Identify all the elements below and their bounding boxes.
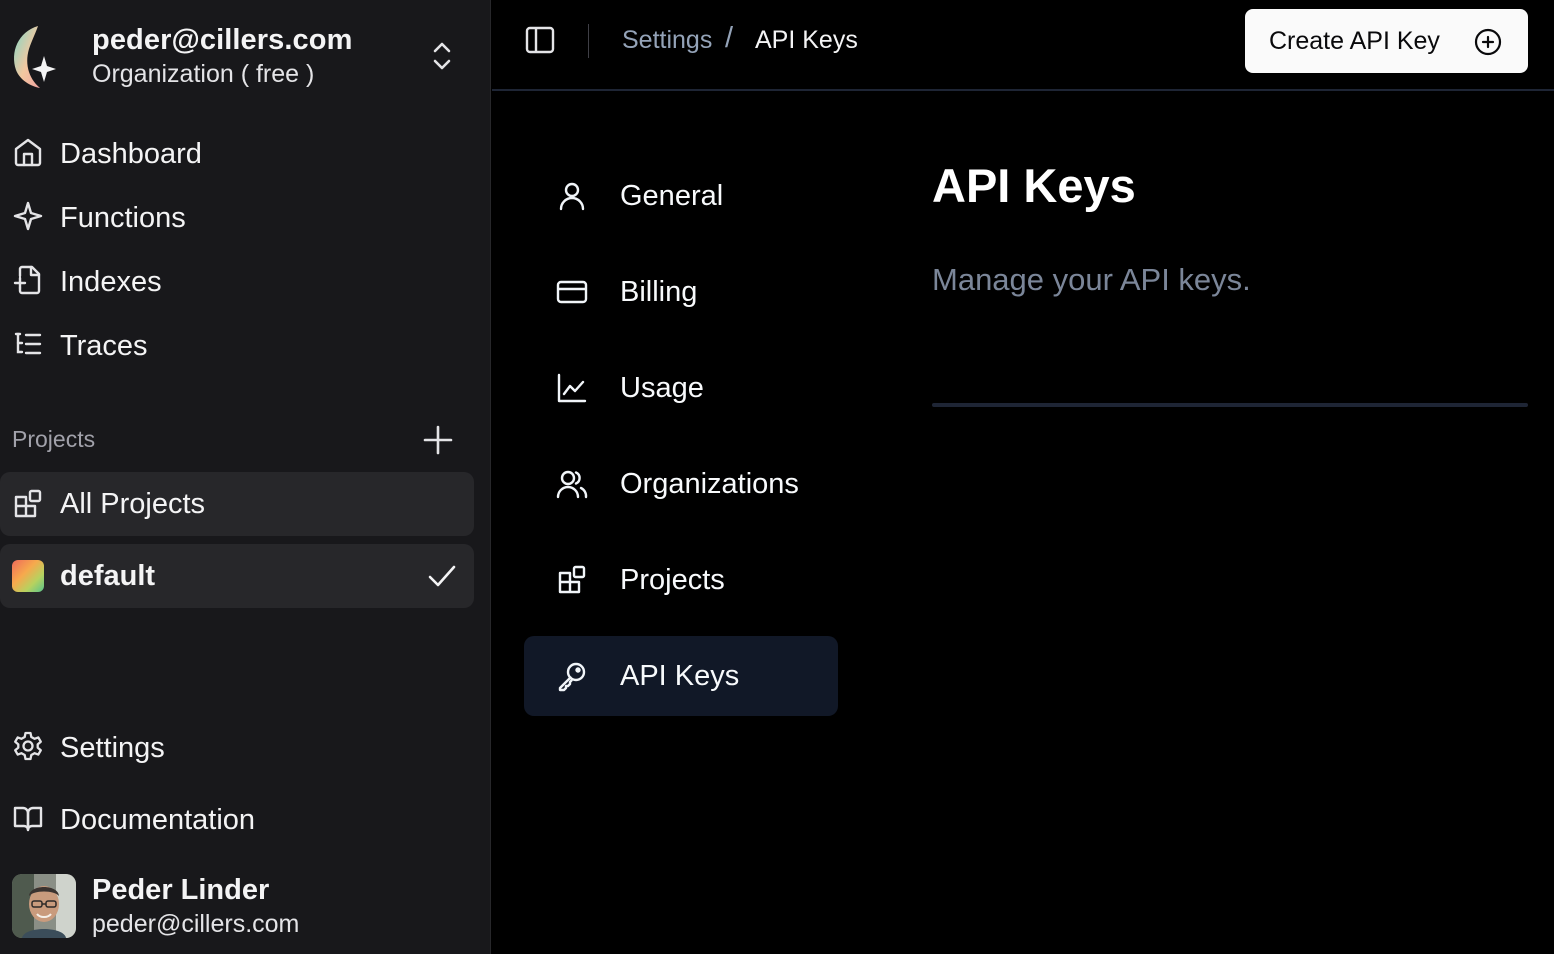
nav-item-label: Indexes (60, 266, 162, 298)
all-projects-label: All Projects (60, 488, 206, 520)
nav-item-documentation[interactable]: Documentation (0, 790, 474, 846)
nav-item-traces[interactable]: Traces (0, 316, 474, 372)
nav-item-label: Settings (60, 732, 165, 764)
settings-nav-projects[interactable]: Projects (524, 540, 838, 620)
settings-nav-billing[interactable]: Billing (524, 252, 838, 332)
project-item-default[interactable]: default (0, 544, 474, 608)
project-label: default (60, 560, 156, 592)
nav-item-indexes[interactable]: Indexes (0, 252, 474, 308)
create-api-key-button[interactable]: Create API Key (1245, 9, 1528, 73)
settings-nav-label: API Keys (620, 660, 740, 692)
app-root: peder@cillers.com Organization ( free ) … (0, 0, 1554, 954)
line-chart-icon (557, 373, 587, 403)
projects-heading: Projects (12, 426, 96, 452)
sparkle-icon (13, 201, 43, 231)
org-switcher[interactable]: peder@cillers.com Organization ( free ) (0, 12, 491, 88)
plus-circle-icon (1474, 28, 1502, 56)
user-icon (559, 182, 585, 211)
user-profile[interactable]: Peder Linder peder@cillers.com (0, 872, 491, 942)
home-icon (14, 138, 42, 167)
settings-nav-organizations[interactable]: Organizations (524, 444, 838, 524)
users-icon (556, 470, 588, 499)
credit-card-icon (556, 280, 588, 304)
nav-item-functions[interactable]: Functions (0, 188, 474, 244)
org-email: peder@cillers.com (92, 24, 353, 56)
content-divider (932, 403, 1528, 407)
nav-item-label: Functions (60, 202, 186, 234)
settings-nav-usage[interactable]: Usage (524, 348, 838, 428)
list-tree-icon (14, 332, 42, 355)
nav-item-dashboard[interactable]: Dashboard (0, 124, 474, 180)
book-open-icon (13, 806, 43, 832)
top-header: Settings / API Keys Create API Key (492, 0, 1554, 91)
header-divider (588, 24, 589, 58)
sidebar-toggle-icon[interactable] (524, 24, 556, 56)
sidebar: peder@cillers.com Organization ( free ) … (0, 0, 491, 954)
key-icon (558, 662, 586, 692)
user-name: Peder Linder (92, 874, 270, 906)
blocks-icon (558, 565, 586, 594)
nav-item-settings[interactable]: Settings (0, 718, 474, 774)
settings-nav-label: Projects (620, 564, 725, 596)
settings-nav-label: Usage (620, 372, 704, 404)
user-email: peder@cillers.com (92, 910, 300, 938)
blocks-icon (14, 489, 42, 518)
all-projects-item[interactable]: All Projects (0, 472, 474, 536)
check-icon (428, 565, 456, 587)
project-color-swatch (12, 560, 44, 592)
settings-nav-api-keys[interactable]: API Keys (524, 636, 838, 716)
breadcrumb-separator: / (725, 22, 734, 54)
file-plus-icon (13, 265, 41, 295)
org-logo-icon (14, 26, 56, 88)
chevrons-up-down-icon (433, 42, 451, 70)
settings-nav-label: Billing (620, 276, 698, 308)
settings-nav-general[interactable]: General (524, 156, 838, 236)
page-description: Manage your API keys. (932, 262, 1251, 297)
avatar (12, 874, 76, 938)
nav-item-label: Documentation (60, 804, 256, 836)
org-plan: Organization ( free ) (92, 60, 315, 88)
gear-icon (14, 731, 42, 761)
page-title: API Keys (932, 159, 1136, 212)
nav-item-label: Traces (60, 330, 148, 362)
nav-item-label: Dashboard (60, 138, 202, 170)
breadcrumb-current: API Keys (755, 26, 858, 54)
settings-nav-label: General (620, 180, 724, 212)
create-api-key-label: Create API Key (1269, 27, 1440, 55)
settings-nav-label: Organizations (620, 468, 799, 500)
breadcrumb-settings[interactable]: Settings (622, 26, 712, 55)
add-project-icon[interactable] (420, 422, 456, 458)
